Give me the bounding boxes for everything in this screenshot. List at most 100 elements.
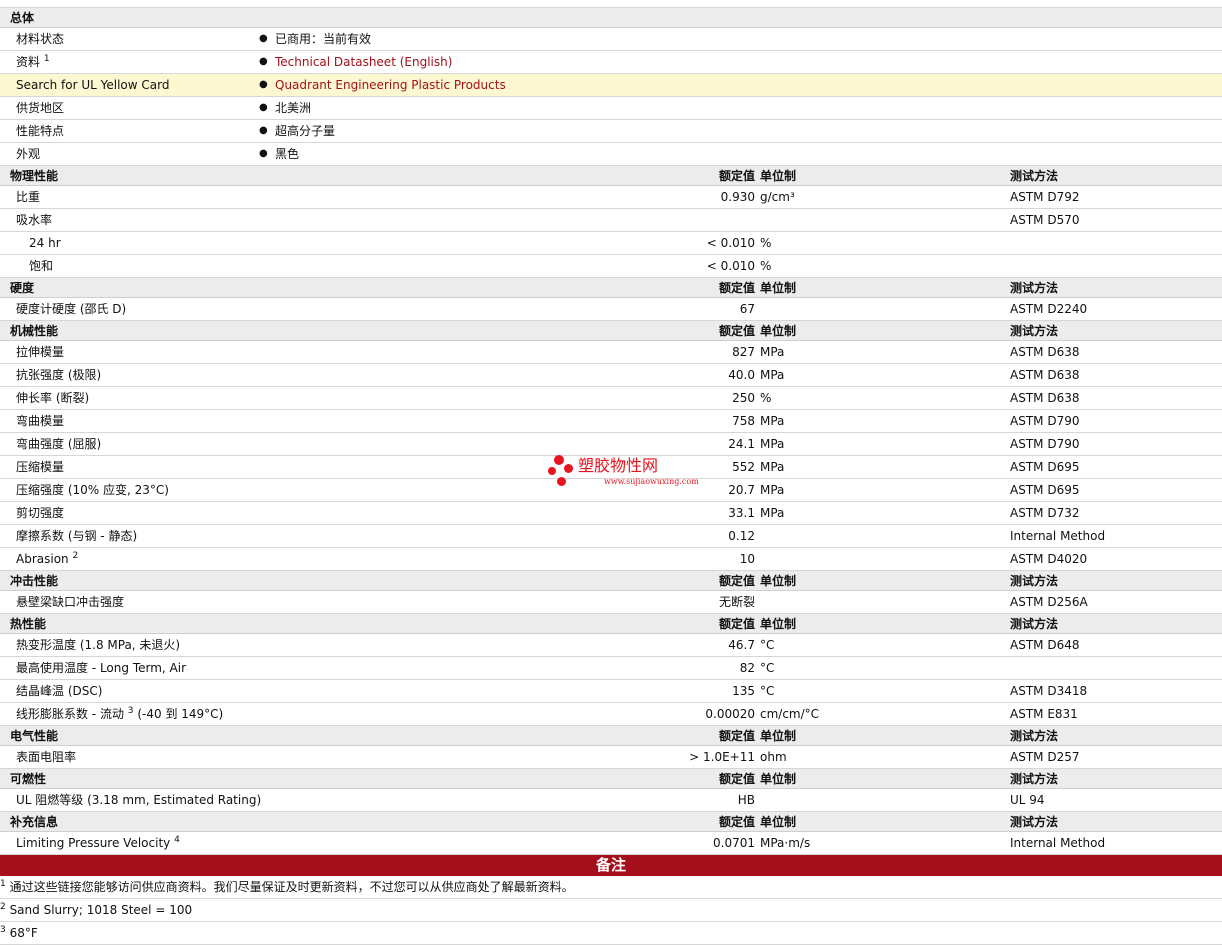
property-value: 552	[732, 460, 755, 474]
note-text: 通过这些链接您能够访问供应商资料。我们尽量保证及时更新资料，不过您可以从供应商处…	[9, 880, 574, 894]
row-label: UL 阻燃等级 (3.18 mm, Estimated Rating)	[16, 789, 261, 811]
property-row: 伸长率 (断裂) 250% ASTM D638	[0, 387, 1222, 410]
header-test-method: 测试方法	[1010, 815, 1059, 829]
property-unit: °C	[760, 638, 775, 652]
general-row: 材料状态 ● 已商用：当前有效	[0, 28, 1222, 51]
section-header: 电气性能 额定值 单位制 测试方法	[0, 726, 1222, 746]
property-unit: %	[760, 259, 772, 273]
general-value: 已商用：当前有效	[275, 32, 372, 46]
property-value: 67	[739, 302, 755, 316]
property-row: 饱和 < 0.010%	[0, 255, 1222, 278]
row-label-text: 供货地区	[16, 101, 65, 115]
row-label: 硬度计硬度 (邵氏 D)	[16, 298, 126, 320]
test-method: ASTM D638	[1010, 368, 1080, 382]
bullet-icon: ●	[259, 56, 268, 67]
row-label-text: 悬壁梁缺口冲击强度	[16, 595, 125, 609]
row-label: 伸长率 (断裂)	[16, 387, 89, 409]
row-label: 24 hr	[29, 232, 61, 254]
header-nominal: 额定值	[718, 617, 755, 631]
row-label: 抗张强度 (极限)	[16, 364, 101, 386]
row-label: 性能特点	[16, 120, 64, 142]
bullet-icon: ●	[259, 79, 268, 90]
test-method: ASTM D792	[1010, 190, 1080, 204]
row-label: 比重	[16, 186, 40, 208]
test-method: ASTM D570	[1010, 213, 1080, 227]
section-title: 机械性能	[10, 324, 59, 338]
property-value: 250	[732, 391, 755, 405]
row-label-text: 线形膨胀系数 - 流动	[16, 707, 124, 721]
general-row: 外观 ● 黑色	[0, 143, 1222, 166]
test-method: ASTM D732	[1010, 506, 1080, 520]
top-border	[0, 0, 1222, 8]
property-row: Limiting Pressure Velocity 4 0.0701 MPa·m/…	[0, 832, 1222, 855]
header-nominal: 额定值	[718, 574, 755, 588]
property-unit: MPa	[760, 460, 785, 474]
row-label: 压缩模量	[16, 456, 64, 478]
property-row: 最高使用温度 - Long Term, Air 82 °C	[0, 657, 1222, 680]
general-row: Search for UL Yellow Card ● Quadrant Engin…	[0, 74, 1222, 97]
general-value: 黑色	[275, 147, 300, 161]
property-value: > 1.0E+11	[689, 750, 755, 764]
row-label: 饱和	[29, 255, 53, 277]
row-label: 吸水率	[16, 209, 52, 231]
property-value: 135	[732, 684, 755, 698]
header-unit: 单位制	[760, 574, 797, 588]
section-header: 物理性能 额定值 单位制 测试方法	[0, 166, 1222, 186]
header-unit: 单位制	[760, 729, 797, 743]
property-value: 20.7	[728, 483, 755, 497]
row-label: 剪切强度	[16, 502, 64, 524]
section-title: 可燃性	[10, 772, 47, 786]
footnote-ref: 2	[72, 551, 79, 561]
row-label-text: 外观	[16, 147, 41, 161]
test-method: ASTM D3418	[1010, 684, 1088, 698]
general-link[interactable]: Quadrant Engineering Plastic Products	[275, 74, 506, 96]
watermark-dot-icon	[557, 477, 566, 486]
test-method: ASTM D790	[1010, 437, 1080, 451]
property-value: 46.7	[728, 638, 755, 652]
row-label: 外观	[16, 143, 40, 165]
row-label-suffix: (-40 到 149°C)	[137, 707, 224, 721]
general-value: 北美洲	[275, 101, 312, 115]
row-label: 供货地区	[16, 97, 64, 119]
general-row: 性能特点 ● 超高分子量	[0, 120, 1222, 143]
section-header: 补充信息 额定值 单位制 测试方法	[0, 812, 1222, 832]
property-unit: MPa	[760, 414, 785, 428]
property-value: 0.0701	[713, 836, 755, 850]
property-value: 33.1	[728, 506, 755, 520]
row-label-text: 硬度计硬度 (邵氏 D)	[16, 302, 127, 316]
test-method: ASTM D648	[1010, 638, 1080, 652]
property-row: 结晶峰温 (DSC) 135 °C ASTM D3418	[0, 680, 1222, 703]
property-row: 拉伸模量 827 MPa ASTM D638	[0, 341, 1222, 364]
property-value: 0.12	[728, 529, 755, 543]
test-method: ASTM D638	[1010, 345, 1080, 359]
header-nominal: 额定值	[718, 324, 755, 338]
test-method: ASTM D695	[1010, 483, 1080, 497]
header-unit: 单位制	[760, 617, 797, 631]
row-label-text: 表面电阻率	[16, 750, 77, 764]
test-method: ASTM D256A	[1010, 595, 1088, 609]
header-unit: 单位制	[760, 772, 797, 786]
row-label-text: 最高使用温度 - Long Term, Air	[16, 661, 187, 675]
section-header: 热性能 额定值 单位制 测试方法	[0, 614, 1222, 634]
row-label-text: 比重	[16, 190, 41, 204]
row-label: Search for UL Yellow Card	[16, 74, 169, 96]
note-row: 2 Sand Slurry; 1018 Steel = 100	[0, 899, 1222, 922]
row-label-text: 结晶峰温 (DSC)	[16, 684, 103, 698]
row-label-text: 拉伸模量	[16, 345, 65, 359]
row-label: 资料 1	[16, 51, 50, 73]
general-value: 超高分子量	[275, 124, 336, 138]
header-nominal: 额定值	[718, 772, 755, 786]
header-nominal: 额定值	[718, 815, 755, 829]
row-label-text: 24 hr	[29, 236, 61, 250]
watermark-logo: 塑胶物性网 www.sujiaowuxing.com	[548, 455, 699, 489]
property-value: < 0.010	[706, 259, 755, 273]
note-text-wrap: 1 通过这些链接您能够访问供应商资料。我们尽量保证及时更新资料，不过您可以从供应…	[0, 879, 574, 895]
note-text: Sand Slurry; 1018 Steel = 100	[9, 903, 193, 917]
row-label-text: 材料状态	[16, 32, 65, 46]
property-row: 摩擦系数 (与钢 - 静态) 0.12 Internal Method	[0, 525, 1222, 548]
general-link[interactable]: Technical Datasheet (English)	[275, 51, 452, 73]
watermark-name: 塑胶物性网	[578, 456, 659, 475]
property-value: 40.0	[728, 368, 755, 382]
footnote-number: 1	[0, 879, 6, 889]
header-test-method: 测试方法	[1010, 772, 1059, 786]
